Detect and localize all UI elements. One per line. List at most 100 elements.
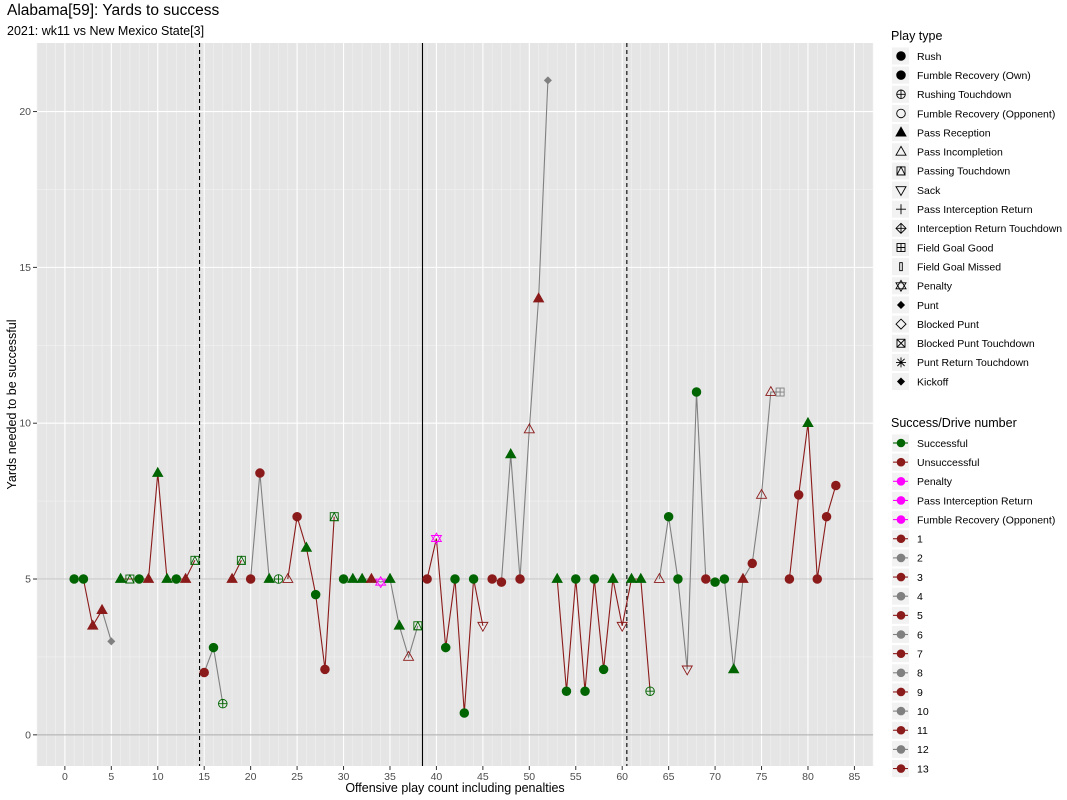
x-axis-label: Offensive play count including penalties: [345, 781, 564, 795]
legend-label: 1: [917, 534, 923, 546]
legend-label: 5: [917, 610, 923, 622]
data-point: [468, 574, 479, 584]
legend-success-drive: Success/Drive number Successful Unsuccessf…: [891, 416, 1055, 778]
legend-label: Punt Return Touchdown: [917, 357, 1029, 369]
legend-label: Punt: [917, 300, 939, 312]
data-point: [134, 574, 144, 584]
data-point: [496, 577, 507, 587]
data-point: [645, 686, 655, 696]
x-tick-label: 85: [849, 771, 861, 783]
data-point: [320, 664, 330, 675]
legend-key-bg: [892, 277, 909, 295]
legend-label: 2: [917, 553, 923, 565]
data-point: [719, 574, 730, 584]
y-axis-label: Yards needed to be successful: [5, 319, 19, 489]
x-tick-label: 25: [291, 771, 303, 783]
legend-label: Rushing Touchdown: [917, 89, 1012, 101]
data-point: [793, 490, 804, 500]
legend-key-dot: [896, 572, 906, 582]
legend-title: Success/Drive number: [891, 416, 1017, 430]
data-point: [515, 574, 525, 584]
legend-label: Rush: [917, 51, 942, 63]
legend-key-bg: [892, 258, 909, 276]
legend-label: 3: [917, 572, 923, 584]
data-point: [691, 387, 702, 397]
legend-label: Successful: [917, 438, 968, 450]
legend-key-dot: [896, 553, 906, 563]
data-point: [571, 574, 581, 584]
data-point: [440, 642, 451, 653]
legend-key-dot: [896, 457, 906, 467]
legend-label: Kickoff: [917, 376, 948, 388]
legend-key-dot: [896, 515, 906, 524]
legend-label: Field Goal Missed: [917, 261, 1001, 273]
legend-key-dot: [896, 668, 906, 678]
data-point: [561, 686, 572, 696]
legend-key-bg: [892, 104, 909, 122]
legend-label: Pass Reception: [917, 127, 991, 139]
legend-key-dot: [896, 477, 906, 486]
data-point: [784, 574, 795, 584]
data-point: [171, 574, 182, 584]
data-point: [580, 686, 590, 696]
legend-key-dot: [896, 764, 906, 773]
legend-label: Interception Return Touchdown: [917, 223, 1062, 235]
x-tick-label: 10: [152, 771, 164, 783]
legend-label: Unsuccessful: [917, 457, 979, 469]
y-tick-label: 15: [19, 262, 31, 274]
legend-label: Fumble Recovery (Opponent): [917, 514, 1055, 526]
legend-label: 7: [917, 648, 923, 660]
data-point: [710, 577, 720, 587]
x-tick-label: 0: [62, 771, 68, 783]
legend-label: Penalty: [917, 281, 953, 293]
x-tick-label: 60: [616, 771, 628, 783]
data-point: [338, 574, 349, 584]
legend-label: 9: [917, 687, 923, 699]
data-point: [273, 574, 284, 584]
legend-label: Pass Incompletion: [917, 147, 1003, 159]
x-tick-label: 5: [108, 771, 114, 783]
data-point: [245, 574, 256, 584]
legend-key-dot: [896, 438, 906, 448]
plot-panel: [36, 43, 874, 766]
legend-label: 13: [917, 763, 929, 775]
legend-label: Passing Touchdown: [917, 166, 1010, 178]
legend-label: Pass Interception Return: [917, 495, 1033, 507]
x-tick-label: 55: [570, 771, 582, 783]
data-point: [831, 480, 841, 491]
legend-label: Blocked Punt Touchdown: [917, 338, 1035, 350]
legend-key-dot: [896, 745, 906, 754]
data-point: [663, 511, 674, 522]
data-point: [450, 574, 460, 584]
legend-key-dot: [896, 611, 906, 620]
legend-key-dot: [896, 706, 906, 716]
x-tick-label: 75: [756, 771, 768, 783]
legend-key-dot: [896, 649, 906, 658]
data-point: [487, 574, 497, 584]
data-point: [589, 574, 600, 584]
legend-key-icon: [896, 89, 906, 100]
data-point: [812, 574, 823, 584]
data-point: [310, 589, 321, 600]
x-tick-label: 15: [198, 771, 210, 783]
legend-key-icon: [896, 51, 906, 61]
x-tick-label: 80: [802, 771, 814, 783]
legend-label: Penalty: [917, 476, 953, 488]
legend-key-icon: [896, 357, 906, 368]
legend-label: 11: [917, 725, 928, 737]
data-point: [673, 574, 683, 584]
data-point: [208, 642, 219, 653]
chart-figure: Alabama[59]: Yards to success 2021: wk11…: [0, 0, 1067, 800]
legend-label: 10: [917, 706, 929, 718]
data-point: [292, 511, 302, 522]
legend-label: Sack: [917, 185, 941, 197]
legend-key-dot: [896, 496, 906, 505]
legend-key-dot: [896, 630, 906, 639]
legend-label: 6: [917, 629, 923, 641]
y-tick-label: 10: [19, 418, 31, 430]
legend-key-dot: [896, 534, 906, 544]
legend-key-icon: [896, 70, 906, 80]
data-point: [701, 574, 711, 584]
legend-label: 4: [917, 591, 923, 603]
y-tick-label: 5: [25, 574, 31, 586]
